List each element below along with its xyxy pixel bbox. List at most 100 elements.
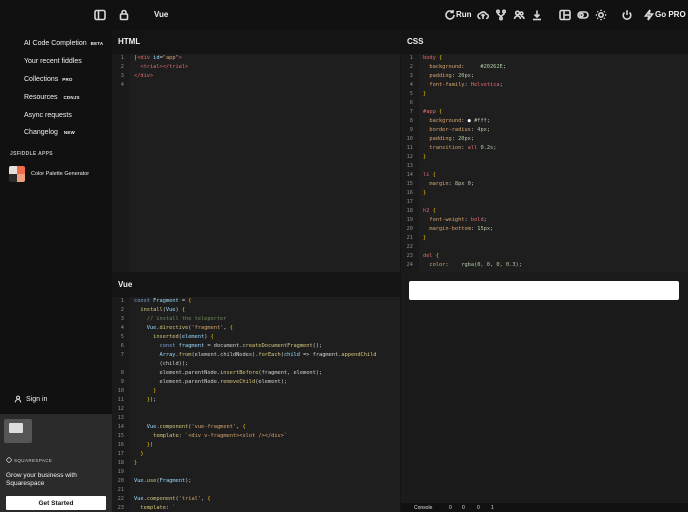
code-line: background: ● #fff; bbox=[429, 118, 491, 124]
line-number: 11 bbox=[117, 397, 124, 403]
ad-text: Grow your business with Squarespace bbox=[6, 472, 77, 487]
console-bar[interactable]: Console 0 0 0 1 bbox=[401, 503, 688, 512]
line-number: 4 bbox=[409, 82, 413, 88]
line-number: 18 bbox=[117, 460, 124, 466]
sign-in-button[interactable]: Sign in bbox=[14, 395, 47, 403]
code-line: font-weight: bold; bbox=[429, 217, 487, 223]
code-line: } bbox=[134, 460, 138, 466]
project-title[interactable]: Vue bbox=[154, 9, 168, 21]
line-number: 22 bbox=[117, 496, 124, 502]
line-number: 24 bbox=[406, 262, 413, 268]
code-line: padding: 20px; bbox=[429, 73, 475, 79]
line-number: 5 bbox=[409, 91, 413, 97]
sidebar-item-recent-fiddles[interactable]: Your recent fiddles bbox=[24, 58, 82, 65]
code-line: const fragment = document.createDocument… bbox=[159, 343, 323, 349]
sidebar-item-async-requests[interactable]: Async requests bbox=[24, 112, 72, 119]
cloud-upload-icon[interactable] bbox=[477, 9, 489, 21]
line-number: 1 bbox=[120, 55, 124, 61]
line-number: 1 bbox=[120, 298, 124, 304]
line-number: 9 bbox=[120, 379, 124, 385]
css-panel: CSS 1 body { 2 background: #20262E; 3 pad… bbox=[401, 30, 688, 272]
sidebar-toggle-icon[interactable] bbox=[94, 9, 106, 21]
ad-brand-text: SQUARESPACE bbox=[14, 457, 53, 463]
get-started-button[interactable]: Get Started bbox=[6, 496, 106, 510]
line-number: 23 bbox=[117, 505, 124, 511]
line-number: 19 bbox=[117, 469, 124, 475]
run-button[interactable]: Run bbox=[456, 9, 472, 21]
line-number: 3 bbox=[120, 73, 124, 79]
sidebar-item-collections[interactable]: Collections PRO bbox=[24, 76, 73, 83]
code-line: body { bbox=[423, 55, 443, 61]
download-icon[interactable] bbox=[531, 9, 543, 21]
ad-image bbox=[4, 419, 32, 443]
go-pro-button[interactable]: Go PRO bbox=[655, 9, 686, 21]
code-line: template: `<div v-fragment><slot /></div… bbox=[153, 433, 288, 439]
sign-in-label: Sign in bbox=[26, 395, 48, 403]
line-number: 4 bbox=[120, 325, 124, 331]
css-editor[interactable]: 1 body { 2 background: #20262E; 3 padding… bbox=[401, 54, 688, 272]
line-number: 23 bbox=[406, 253, 413, 259]
line-number: 5 bbox=[120, 334, 124, 340]
code-line: } bbox=[140, 451, 144, 457]
code-line: del { bbox=[423, 253, 439, 259]
line-number: 3 bbox=[409, 73, 413, 79]
css-panel-title: CSS bbox=[401, 30, 688, 54]
line-number: 18 bbox=[406, 208, 413, 214]
app-color-palette-generator[interactable]: Color Palette Generator bbox=[9, 166, 89, 182]
line-number: 11 bbox=[406, 145, 413, 151]
layout-icon[interactable] bbox=[559, 9, 571, 21]
beta-badge: BETA bbox=[90, 41, 104, 46]
code-line: </div> bbox=[134, 73, 154, 79]
line-number: 12 bbox=[117, 406, 124, 412]
sidebar-item-ai-code-completion[interactable]: AI Code Completion BETA bbox=[24, 40, 103, 47]
power-icon[interactable] bbox=[621, 9, 633, 21]
cdnjs-badge: CDNJS bbox=[63, 95, 80, 100]
code-line: Vue.component('vue-fragment', { bbox=[146, 424, 246, 430]
code-line: // install the teleporter bbox=[146, 316, 227, 322]
sidebar-item-label: Resources bbox=[24, 94, 58, 101]
line-number: 10 bbox=[117, 388, 124, 394]
code-line: border-radius: 4px; bbox=[429, 127, 491, 133]
code-line: li { bbox=[423, 172, 436, 178]
sidebar-item-resources[interactable]: Resources CDNJS bbox=[24, 94, 80, 101]
html-editor[interactable]: 1 |<div id="app"> 2 <trial></trial> 3 </di… bbox=[112, 54, 400, 272]
squarespace-logo: SQUARESPACE bbox=[6, 457, 52, 463]
collaborate-icon[interactable] bbox=[513, 9, 525, 21]
code-line: element.parentNode.removeChild(element); bbox=[134, 379, 288, 385]
user-icon bbox=[14, 395, 22, 403]
console-label[interactable]: Console bbox=[414, 505, 432, 511]
code-line: h2 { bbox=[423, 208, 436, 214]
console-count: 1 bbox=[491, 504, 494, 511]
console-count: 0 bbox=[462, 504, 465, 511]
ad-banner[interactable]: SQUARESPACE Grow your business with Squa… bbox=[0, 414, 112, 512]
new-badge: NEW bbox=[63, 130, 75, 135]
line-number: 21 bbox=[117, 487, 124, 493]
toggle-icon[interactable] bbox=[577, 9, 589, 21]
line-number: 20 bbox=[406, 226, 413, 232]
sidebar: AI Code Completion BETA Your recent fidd… bbox=[0, 30, 112, 512]
line-number: 7 bbox=[120, 352, 124, 358]
fork-icon[interactable] bbox=[495, 9, 507, 21]
code-line: color: rgba(0, 0, 0, 0.3); bbox=[429, 262, 522, 268]
line-number: 6 bbox=[409, 100, 413, 106]
code-line: margin: 8px 0; bbox=[429, 181, 475, 187]
code-line: background: #20262E; bbox=[429, 64, 506, 70]
js-editor[interactable]: 1 const Fragment = { 2 install(Vue) { 3 /… bbox=[112, 297, 400, 512]
line-number: 10 bbox=[406, 136, 413, 142]
run-icon[interactable] bbox=[444, 9, 456, 21]
code-line: |<div id="app"> bbox=[134, 55, 182, 61]
code-line: margin-bottom: 15px; bbox=[429, 226, 494, 232]
line-number: 2 bbox=[120, 307, 124, 313]
line-number: 16 bbox=[117, 442, 124, 448]
sidebar-item-changelog[interactable]: Changelog NEW bbox=[24, 129, 75, 136]
line-number: 9 bbox=[409, 127, 413, 133]
lock-icon[interactable] bbox=[118, 9, 130, 21]
code-line: }) bbox=[146, 442, 154, 448]
theme-sun-icon[interactable] bbox=[595, 9, 607, 21]
lightning-icon[interactable] bbox=[643, 9, 655, 21]
line-number: 22 bbox=[406, 244, 413, 250]
line-number: 14 bbox=[406, 172, 413, 178]
line-number: 3 bbox=[120, 316, 124, 322]
result-panel[interactable] bbox=[401, 272, 688, 503]
code-line: (child)); bbox=[134, 361, 189, 367]
